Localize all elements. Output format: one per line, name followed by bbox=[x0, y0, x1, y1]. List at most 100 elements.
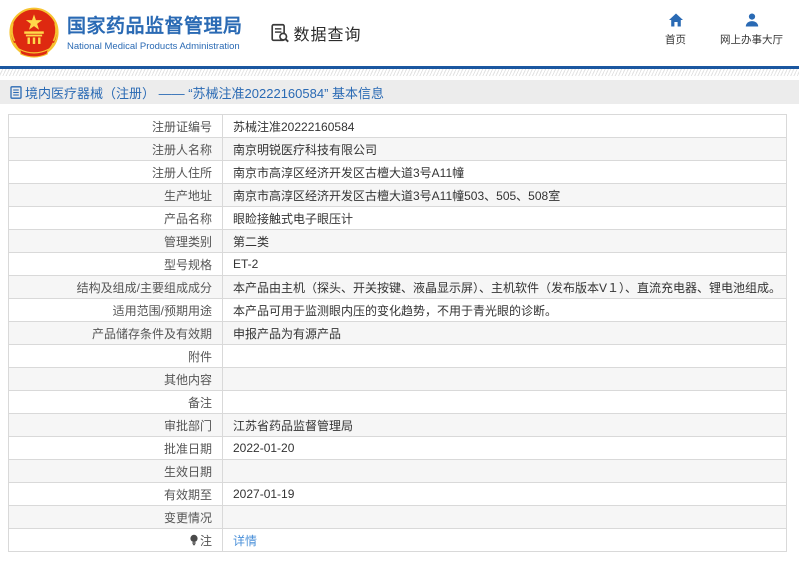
table-row: 附件 bbox=[8, 344, 787, 368]
row-label: 批准日期 bbox=[8, 436, 223, 460]
org-name-en: National Medical Products Administration bbox=[67, 40, 240, 52]
row-label: 结构及组成/主要组成成分 bbox=[8, 275, 223, 299]
table-row: 注册人名称 南京明锐医疗科技有限公司 bbox=[8, 137, 787, 161]
row-label: 生效日期 bbox=[8, 459, 223, 483]
lightbulb-icon bbox=[190, 534, 198, 545]
row-value-text: 第二类 bbox=[233, 234, 270, 249]
table-row: 生效日期 bbox=[8, 459, 787, 483]
row-label-text: 产品储存条件及有效期 bbox=[91, 326, 212, 341]
row-label: 注 bbox=[8, 528, 223, 552]
row-value-text: 南京明锐医疗科技有限公司 bbox=[233, 142, 378, 157]
details-link[interactable]: 详情 bbox=[233, 534, 257, 548]
row-value: 南京明锐医疗科技有限公司 bbox=[222, 137, 787, 161]
row-label-text: 注册人名称 bbox=[151, 142, 212, 157]
row-label-text: 管理类别 bbox=[163, 234, 212, 249]
row-value bbox=[222, 390, 787, 414]
nav-home[interactable]: 首页 bbox=[665, 12, 686, 47]
document-icon bbox=[10, 85, 22, 99]
table-row: 注册证编号 苏械注准20222160584 bbox=[8, 114, 787, 138]
row-label: 管理类别 bbox=[8, 229, 223, 253]
nav-service-hall[interactable]: 网上办事大厅 bbox=[720, 12, 783, 47]
row-label-text: 审批部门 bbox=[163, 418, 212, 433]
row-value-text: ET-2 bbox=[233, 257, 259, 271]
row-value bbox=[222, 459, 787, 483]
row-label: 审批部门 bbox=[8, 413, 223, 437]
row-label: 型号规格 bbox=[8, 252, 223, 276]
table-row: 产品储存条件及有效期 申报产品为有源产品 bbox=[8, 321, 787, 345]
row-label: 附件 bbox=[8, 344, 223, 368]
row-label: 其他内容 bbox=[8, 367, 223, 391]
table-row: 审批部门 江苏省药品监督管理局 bbox=[8, 413, 787, 437]
row-label: 注册人住所 bbox=[8, 160, 223, 184]
row-value-text: 申报产品为有源产品 bbox=[233, 326, 342, 341]
row-label-text: 批准日期 bbox=[163, 441, 212, 456]
row-value-text: 本产品由主机（探头、开关按键、液晶显示屏）、主机软件（发布版本V１）、直流充电器… bbox=[233, 280, 782, 295]
org-name-cn: 国家药品监督管理局 bbox=[67, 15, 243, 37]
row-value bbox=[222, 505, 787, 529]
row-label-text: 注册人住所 bbox=[151, 165, 212, 180]
table-row: 生产地址 南京市高淳区经济开发区古檀大道3号A11幢503、505、508室 bbox=[8, 183, 787, 207]
row-label-text: 备注 bbox=[187, 395, 212, 410]
row-value-text: 2027-01-19 bbox=[233, 487, 295, 501]
row-label-text: 变更情况 bbox=[163, 510, 212, 525]
row-value: 第二类 bbox=[222, 229, 787, 253]
table-row: 型号规格 ET-2 bbox=[8, 252, 787, 276]
header-nav: 首页 网上办事大厅 bbox=[665, 12, 783, 47]
row-label-text: 生产地址 bbox=[163, 188, 212, 203]
row-label-text: 适用范围/预期用途 bbox=[112, 303, 212, 318]
row-value-text: 苏械注准20222160584 bbox=[233, 119, 355, 134]
row-label: 注册证编号 bbox=[8, 114, 223, 138]
row-value-text: 南京市高淳区经济开发区古檀大道3号A11幢503、505、508室 bbox=[233, 188, 561, 203]
row-label-text: 其他内容 bbox=[163, 372, 212, 387]
row-label: 产品储存条件及有效期 bbox=[8, 321, 223, 345]
home-icon bbox=[668, 13, 683, 27]
registration-info-section: 注册证编号 苏械注准20222160584 注册人名称 南京明锐医疗科技有限公司 注册人… bbox=[0, 104, 799, 552]
row-value: 申报产品为有源产品 bbox=[222, 321, 787, 345]
row-value: 本产品由主机（探头、开关按键、液晶显示屏）、主机软件（发布版本V１）、直流充电器… bbox=[222, 275, 787, 299]
row-label-text: 注册证编号 bbox=[151, 119, 212, 134]
table-row: 备注 bbox=[8, 390, 787, 414]
row-value bbox=[222, 344, 787, 368]
table-row: 注册人住所 南京市高淳区经济开发区古檀大道3号A11幢 bbox=[8, 160, 787, 184]
data-query-module[interactable]: 数据查询 bbox=[269, 21, 362, 45]
nav-home-label: 首页 bbox=[665, 34, 686, 46]
row-label: 注册人名称 bbox=[8, 137, 223, 161]
row-label: 产品名称 bbox=[8, 206, 223, 230]
row-label: 有效期至 bbox=[8, 482, 223, 506]
row-label-text: 型号规格 bbox=[163, 257, 212, 272]
row-label: 生产地址 bbox=[8, 183, 223, 207]
row-value: 江苏省药品监督管理局 bbox=[222, 413, 787, 437]
registration-info-table: 注册证编号 苏械注准20222160584 注册人名称 南京明锐医疗科技有限公司 注册人… bbox=[8, 114, 787, 552]
breadcrumb: 境内医疗器械（注册） —— “苏械注准20222160584” 基本信息 bbox=[25, 85, 385, 101]
table-row: 适用范围/预期用途 本产品可用于监测眼内压的变化趋势，不用于青光眼的诊断。 bbox=[8, 298, 787, 322]
row-value: 2022-01-20 bbox=[222, 436, 787, 460]
row-label: 备注 bbox=[8, 390, 223, 414]
row-value bbox=[222, 367, 787, 391]
row-value: 苏械注准20222160584 bbox=[222, 114, 787, 138]
table-row: 产品名称 眼睑接触式电子眼压计 bbox=[8, 206, 787, 230]
row-label-text: 有效期至 bbox=[163, 487, 212, 502]
site-header: 国家药品监督管理局 National Medical Products Admi… bbox=[0, 0, 799, 66]
row-label-text: 附件 bbox=[187, 349, 212, 364]
row-label: 适用范围/预期用途 bbox=[8, 298, 223, 322]
row-value-text: 本产品可用于监测眼内压的变化趋势，不用于青光眼的诊断。 bbox=[233, 303, 558, 318]
row-value: 本产品可用于监测眼内压的变化趋势，不用于青光眼的诊断。 bbox=[222, 298, 787, 322]
row-value-text: 江苏省药品监督管理局 bbox=[233, 418, 354, 433]
table-row: 有效期至 2027-01-19 bbox=[8, 482, 787, 506]
hatch-texture-band bbox=[0, 69, 799, 76]
table-row: 注 详情 bbox=[8, 528, 787, 552]
table-row: 变更情况 bbox=[8, 505, 787, 529]
table-row: 管理类别 第二类 bbox=[8, 229, 787, 253]
row-value: 眼睑接触式电子眼压计 bbox=[222, 206, 787, 230]
table-row: 结构及组成/主要组成成分 本产品由主机（探头、开关按键、液晶显示屏）、主机软件（发… bbox=[8, 275, 787, 299]
row-value-text: 南京市高淳区经济开发区古檀大道3号A11幢 bbox=[233, 165, 465, 180]
breadcrumb-bar: 境内医疗器械（注册） —— “苏械注准20222160584” 基本信息 bbox=[0, 80, 799, 104]
row-value-text: 2022-01-20 bbox=[233, 441, 295, 455]
row-value: 南京市高淳区经济开发区古檀大道3号A11幢503、505、508室 bbox=[222, 183, 787, 207]
table-row: 其他内容 bbox=[8, 367, 787, 391]
row-value: 南京市高淳区经济开发区古檀大道3号A11幢 bbox=[222, 160, 787, 184]
row-label-text: 结构及组成/主要组成成分 bbox=[76, 280, 212, 295]
row-label: 变更情况 bbox=[8, 505, 223, 529]
row-label-text: 产品名称 bbox=[163, 211, 212, 226]
table-row: 批准日期 2022-01-20 bbox=[8, 436, 787, 460]
